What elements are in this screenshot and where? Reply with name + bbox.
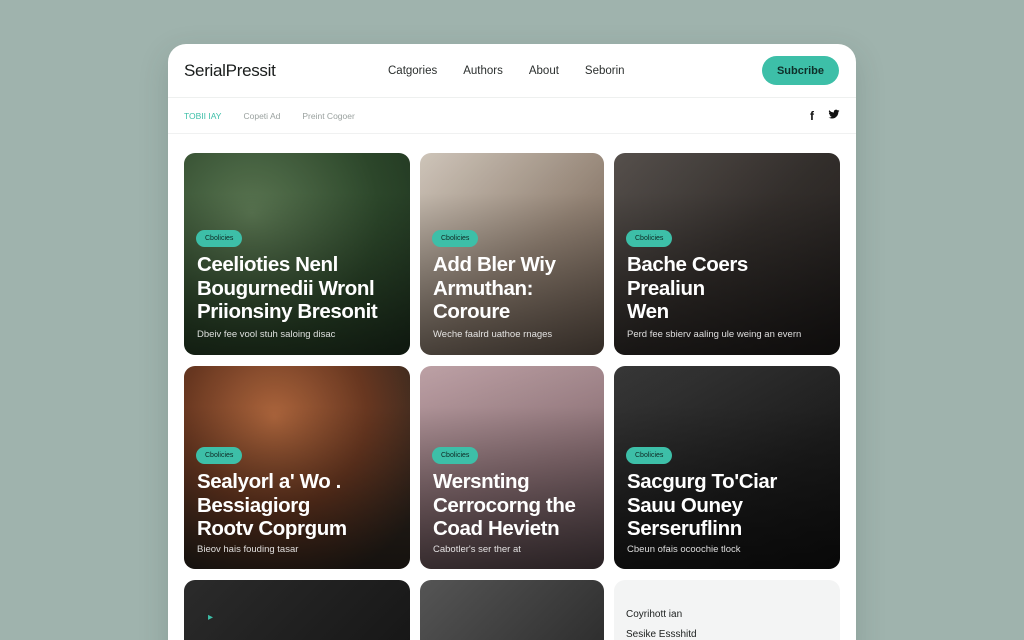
article-excerpt: Dbeiv fee vool stuh saloing disac [197, 329, 336, 340]
info-line: Sesike Essshitd [626, 629, 697, 640]
tab-today[interactable]: TOBII IAY [184, 111, 221, 121]
article-title[interactable]: Bache Coers Prealiun Wen [627, 253, 830, 324]
category-badge[interactable]: Cbolicies [626, 447, 673, 464]
article-title[interactable]: Sealyorl a' Wo . Bessiagiorg Rootv Coprg… [197, 470, 400, 541]
nav-authors[interactable]: Authors [463, 65, 503, 77]
site-logo[interactable]: SerialPressit [184, 61, 276, 81]
article-card[interactable]: Cbolicies Add Bler Wiy Armuthan: Coroure… [420, 153, 604, 355]
subscribe-button[interactable]: Subcribe [762, 56, 839, 85]
category-badge[interactable]: Cbolicies [196, 447, 243, 464]
article-card[interactable]: Cbolicies Sacgurg To'Ciar Sauu Ouney Ser… [614, 366, 840, 569]
social-links: f [810, 109, 840, 123]
article-card[interactable]: ▸ [184, 580, 410, 640]
article-excerpt: Cbeun ofais ocoochie tlock [627, 544, 741, 555]
category-badge[interactable]: Cbolicies [196, 230, 243, 247]
nav-search[interactable]: Seborin [585, 65, 625, 77]
article-card[interactable]: Cbolicies Wersnting Cerrocorng the Coad … [420, 366, 604, 569]
article-card[interactable]: Cbolicies Ceelioties Nenl Bougurnedii Wr… [184, 153, 410, 355]
article-title[interactable]: Add Bler Wiy Armuthan: Coroure [433, 253, 594, 324]
category-badge[interactable]: Cbolicies [626, 230, 673, 247]
article-title[interactable]: Ceelioties Nenl Bougurnedii Wronl Priion… [197, 253, 400, 324]
article-card[interactable]: Cbolicies Bache Coers Prealiun Wen Perd … [614, 153, 840, 355]
arrow-icon: ▸ [208, 612, 214, 623]
info-line: Coyrihott ian [626, 609, 683, 620]
browser-window: SerialPressit Catgories Authors About Se… [168, 44, 856, 640]
twitter-icon[interactable] [828, 109, 840, 123]
main-nav: Catgories Authors About Seborin [388, 44, 625, 98]
facebook-icon[interactable]: f [810, 109, 814, 123]
category-badge[interactable]: Cbolicies [432, 230, 479, 247]
info-card: Coyrihott ian Sesike Essshitd [614, 580, 840, 640]
nav-about[interactable]: About [529, 65, 559, 77]
article-card[interactable]: Cbolicies Sealyorl a' Wo . Bessiagiorg R… [184, 366, 410, 569]
article-excerpt: Cabotler's ser ther at [433, 544, 521, 555]
article-card[interactable] [420, 580, 604, 640]
filter-bar: TOBII IAY Copeti Ad Preint Cogoer f [168, 98, 856, 134]
nav-categories[interactable]: Catgories [388, 65, 437, 77]
article-excerpt: Weche faalrd uathoe rnages [433, 329, 553, 340]
category-badge[interactable]: Cbolicies [432, 447, 479, 464]
site-header: SerialPressit Catgories Authors About Se… [168, 44, 856, 98]
article-excerpt: Perd fee sbierv aaling ule weing an ever… [627, 329, 802, 340]
article-title[interactable]: Wersnting Cerrocorng the Coad Hevietn [433, 470, 594, 541]
article-excerpt: Bieov hais fouding tasar [197, 544, 299, 555]
article-title[interactable]: Sacgurg To'Ciar Sauu Ouney Serseruflinn [627, 470, 830, 541]
tab-third[interactable]: Preint Cogoer [302, 111, 354, 121]
tab-second[interactable]: Copeti Ad [243, 111, 280, 121]
